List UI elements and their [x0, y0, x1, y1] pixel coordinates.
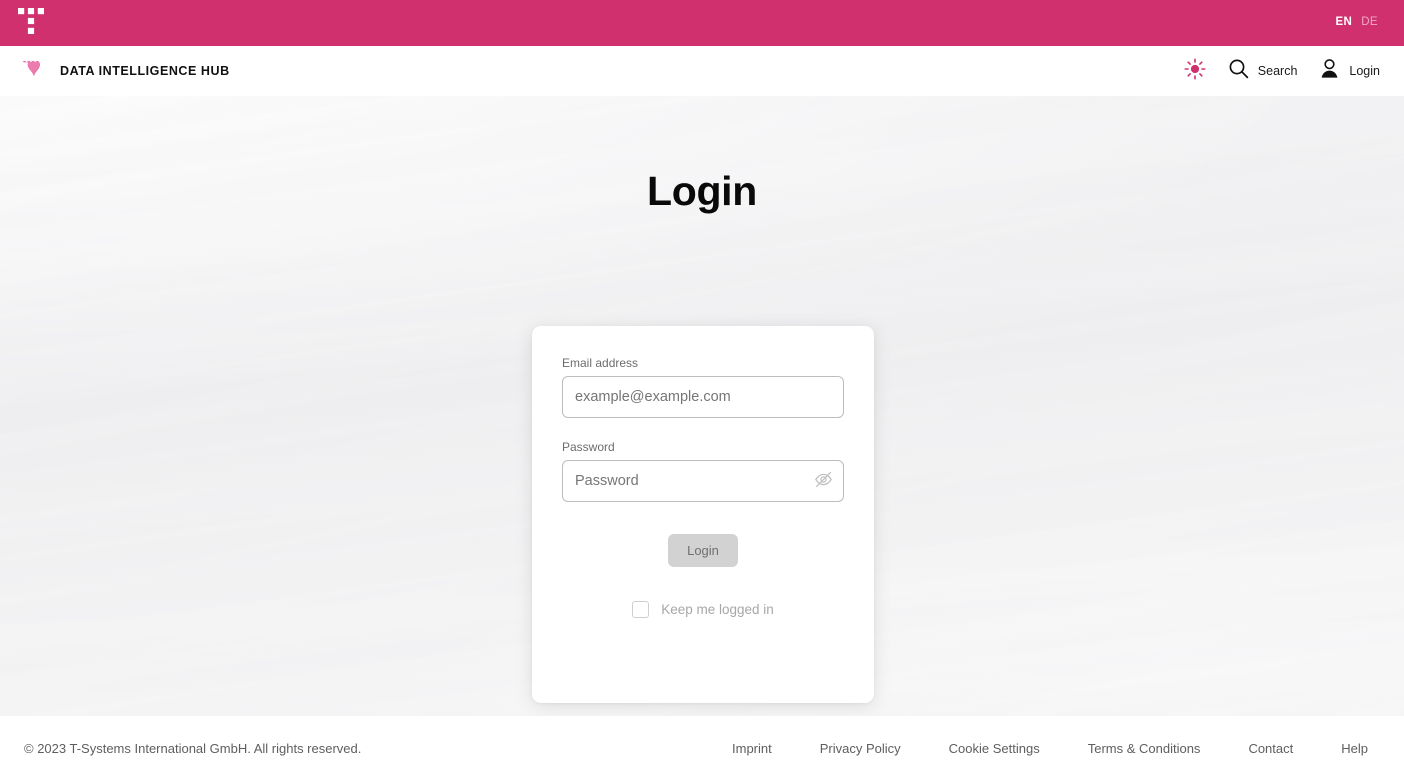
brand-title: DATA INTELLIGENCE HUB [60, 64, 230, 78]
sun-brightness-icon [1184, 57, 1206, 85]
email-label: Email address [562, 356, 639, 370]
language-option-de[interactable]: DE [1361, 17, 1378, 29]
theme-toggle-button[interactable] [1184, 57, 1206, 85]
user-account-icon [1319, 58, 1340, 84]
password-label: Password [562, 440, 615, 454]
language-option-en[interactable]: EN [1335, 17, 1352, 29]
password-visibility-toggle[interactable] [814, 470, 833, 492]
password-input-wrap [562, 460, 844, 502]
top-bar: EN DE [0, 0, 1404, 46]
site-footer: © 2023 T-Systems International GmbH. All… [0, 716, 1404, 780]
hero-content: Login Email address Password [0, 168, 1404, 703]
login-page: EN DE DATA INTELLIGENCE HUB Search Login… [0, 0, 1404, 780]
copyright-text: © 2023 T-Systems International GmbH. All… [24, 740, 362, 756]
site-header: DATA INTELLIGENCE HUB Search Login [0, 46, 1404, 96]
telekom-t-logo[interactable] [18, 7, 44, 39]
footer-link-help[interactable]: Help [1317, 741, 1380, 756]
footer-link-imprint[interactable]: Imprint [708, 741, 796, 756]
login-label: Login [1349, 64, 1380, 78]
footer-link-terms-conditions[interactable]: Terms & Conditions [1064, 741, 1225, 756]
keep-logged-in-label[interactable]: Keep me logged in [661, 602, 774, 617]
footer-link-cookie-settings[interactable]: Cookie Settings [925, 741, 1064, 756]
field-spacer [562, 418, 844, 440]
email-field-group: Email address [562, 356, 844, 418]
email-input[interactable] [562, 376, 844, 418]
page-title: Login [646, 168, 758, 214]
footer-link-contact[interactable]: Contact [1224, 741, 1317, 756]
eye-slash-icon [814, 470, 833, 492]
footer-link-privacy-policy[interactable]: Privacy Policy [796, 741, 925, 756]
password-input[interactable] [562, 460, 844, 502]
keep-logged-in-checkbox[interactable] [632, 601, 650, 618]
email-input-wrap [562, 376, 844, 418]
brand[interactable]: DATA INTELLIGENCE HUB [22, 60, 230, 82]
login-card: Email address Password [532, 326, 874, 703]
password-field-group: Password [562, 440, 844, 502]
footer-links: Imprint Privacy Policy Cookie Settings T… [708, 741, 1380, 756]
search-label: Search [1257, 64, 1298, 78]
hero-section: Login Email address Password [0, 96, 1404, 716]
telekom-crown-icon [22, 60, 46, 82]
login-submit-button[interactable]: Login [668, 534, 738, 567]
keep-logged-in-row: Keep me logged in [562, 601, 844, 618]
language-switcher: EN DE [1335, 17, 1378, 29]
search-button[interactable]: Search [1228, 58, 1298, 84]
search-icon [1228, 58, 1249, 84]
login-button-header[interactable]: Login [1319, 58, 1380, 84]
header-actions: Search Login [1184, 57, 1380, 85]
